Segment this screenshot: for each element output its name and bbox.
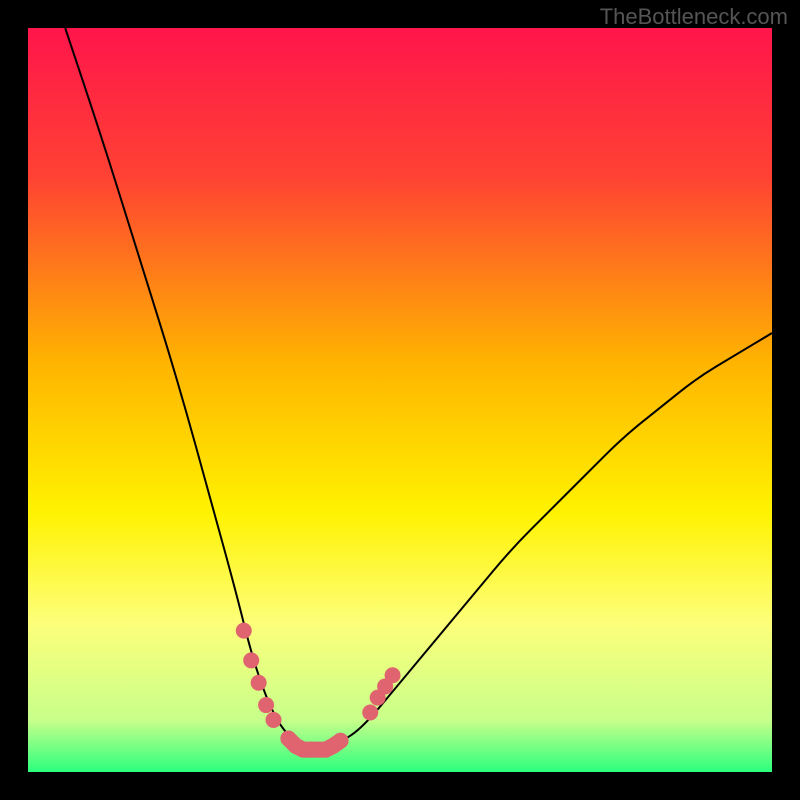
highlight-dot	[258, 697, 274, 713]
chart-svg	[28, 28, 772, 772]
highlight-dot	[243, 652, 259, 668]
chart-frame	[28, 28, 772, 772]
highlight-dot	[236, 623, 252, 639]
highlight-dot	[385, 667, 401, 683]
highlight-dot	[251, 675, 267, 691]
highlight-dot	[362, 704, 378, 720]
highlight-dot	[266, 712, 282, 728]
watermark-text: TheBottleneck.com	[600, 4, 788, 30]
highlight-dot	[332, 733, 348, 749]
gradient-background	[28, 28, 772, 772]
